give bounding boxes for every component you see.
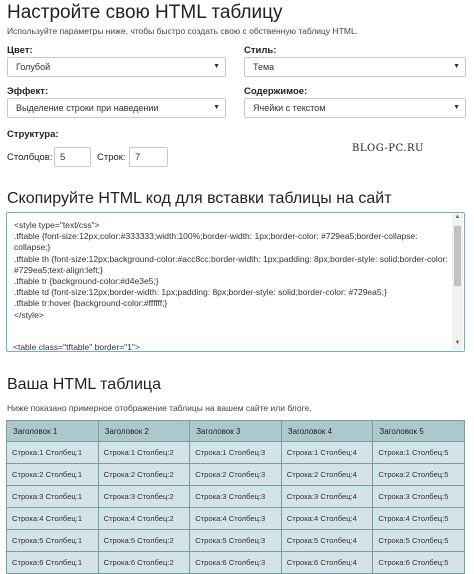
- table-cell: Строка:6 Столбец:5: [372, 551, 465, 574]
- table-cell: Строка:2 Столбец:5: [372, 463, 465, 486]
- style-select[interactable]: Тема ▼: [244, 57, 466, 77]
- chevron-down-icon: ▼: [453, 63, 460, 70]
- effect-select-value: Выделение строки при наведении: [16, 103, 159, 113]
- table-cell: Строка:1 Столбец:4: [280, 441, 374, 464]
- code-line: </style>: [14, 309, 44, 320]
- code-line: <style type="text/css">: [14, 220, 100, 230]
- chevron-down-icon: ▼: [213, 63, 220, 70]
- table-cell: Строка:6 Столбец:1: [6, 551, 99, 574]
- table-row[interactable]: Строка:4 Столбец:1 Строка:4 Столбец:2 Стро…: [6, 507, 465, 530]
- content-select-value: Ячейки с текстом: [253, 103, 326, 113]
- page-subtitle: Используйте параметры ниже, чтобы быстро…: [7, 26, 359, 36]
- content-label: Содержимое:: [244, 86, 308, 97]
- table-row[interactable]: Строка:6 Столбец:1 Строка:6 Столбец:2 Стро…: [6, 551, 465, 574]
- code-content: <style type="text/css"> .tftable {font-si…: [14, 220, 448, 321]
- table-cell: Строка:1 Столбец:2: [97, 441, 191, 464]
- scroll-down-icon[interactable]: ▼: [452, 340, 463, 350]
- table-cell: Строка:6 Столбец:3: [189, 551, 282, 574]
- chevron-down-icon: ▼: [453, 104, 460, 111]
- effect-label: Эффект:: [7, 86, 49, 97]
- style-select-value: Тема: [253, 62, 275, 72]
- table-cell: Строка:5 Столбец:5: [372, 529, 465, 552]
- scroll-thumb[interactable]: [454, 226, 461, 286]
- color-select-value: Голубой: [16, 62, 51, 72]
- chevron-down-icon: ▼: [213, 104, 220, 111]
- code-line: .tftable tr {background-color:#d4e3e5;}: [14, 276, 159, 287]
- table-cell: Строка:4 Столбец:4: [280, 507, 374, 530]
- table-cell: Строка:6 Столбец:4: [280, 551, 374, 574]
- table-cell: Строка:6 Столбец:2: [97, 551, 191, 574]
- table-cell: Строка:5 Столбец:2: [97, 529, 191, 552]
- table-cell: Строка:4 Столбец:1: [6, 507, 99, 530]
- code-line: .tftable th {font-size:12px;background-c…: [14, 253, 451, 275]
- preview-description: Ниже показано примерное отображение табл…: [7, 403, 312, 413]
- table-cell: Строка:3 Столбец:3: [189, 485, 282, 508]
- table-header-cell: Заголовок 4: [280, 420, 374, 442]
- color-select[interactable]: Голубой ▼: [7, 57, 226, 77]
- table-cell: Строка:2 Столбец:2: [97, 463, 191, 486]
- table-header-cell: Заголовок 5: [372, 420, 465, 442]
- table-cell: Строка:5 Столбец:4: [280, 529, 374, 552]
- code-scrollbar[interactable]: ▲ ▼: [452, 214, 463, 350]
- table-row[interactable]: Строка:2 Столбец:1 Строка:2 Столбец:2 Стро…: [6, 463, 465, 486]
- table-cell: Строка:3 Столбец:5: [372, 485, 465, 508]
- table-header-cell: Заголовок 2: [97, 420, 191, 442]
- columns-label: Столбцов:: [7, 152, 53, 163]
- table-cell: Строка:2 Столбец:4: [280, 463, 374, 486]
- style-label: Стиль:: [244, 45, 277, 56]
- code-section-title: Скопируйте HTML код для вставки таблицы …: [7, 190, 392, 207]
- table-cell: Строка:2 Столбец:1: [6, 463, 99, 486]
- rows-label: Строк:: [97, 152, 126, 163]
- table-cell: Строка:3 Столбец:2: [97, 485, 191, 508]
- table-cell: Строка:4 Столбец:3: [189, 507, 282, 530]
- table-cell: Строка:4 Столбец:2: [97, 507, 191, 530]
- table-row[interactable]: Строка:1 Столбец:1 Строка:1 Столбец:2 Стро…: [6, 441, 465, 464]
- code-textarea[interactable]: <style type="text/css"> .tftable {font-si…: [6, 212, 465, 352]
- table-row[interactable]: Строка:5 Столбец:1 Строка:5 Столбец:2 Стро…: [6, 529, 465, 552]
- structure-label: Структура:: [7, 129, 59, 140]
- preview-title: Ваша HTML таблица: [7, 376, 161, 393]
- color-label: Цвет:: [7, 45, 33, 56]
- effect-select[interactable]: Выделение строки при наведении ▼: [7, 98, 226, 118]
- table-header-row: Заголовок 1 Заголовок 2 Заголовок 3 Заголов…: [6, 420, 465, 442]
- table-cell: Строка:4 Столбец:5: [372, 507, 465, 530]
- code-line: .tftable tr:hover {background-color:#fff…: [14, 298, 168, 309]
- table-cell: Строка:5 Столбец:1: [6, 529, 99, 552]
- table-header-cell: Заголовок 3: [189, 420, 282, 442]
- preview-table: Заголовок 1 Заголовок 2 Заголовок 3 Заголов…: [6, 420, 465, 574]
- table-cell: Строка:5 Столбец:3: [189, 529, 282, 552]
- scroll-up-icon[interactable]: ▲: [452, 214, 463, 224]
- table-row[interactable]: Строка:3 Столбец:1 Строка:3 Столбец:2 Стро…: [6, 485, 465, 508]
- rows-input[interactable]: 7: [129, 147, 168, 167]
- table-cell: Строка:3 Столбец:4: [280, 485, 374, 508]
- page-title: Настройте свою HTML таблицу: [7, 2, 283, 23]
- watermark: BLOG-PC.RU: [352, 143, 424, 154]
- table-cell: Строка:1 Столбец:5: [372, 441, 465, 464]
- content-select[interactable]: Ячейки с текстом ▼: [244, 98, 466, 118]
- table-cell: Строка:3 Столбец:1: [6, 485, 99, 508]
- table-cell: Строка:1 Столбец:3: [189, 441, 282, 464]
- table-cell: Строка:1 Столбец:1: [6, 441, 99, 464]
- code-cut-line: <table class="tftable" border="1">: [13, 342, 140, 352]
- code-line: .tftable td {font-size:12px;border-width…: [14, 287, 387, 298]
- table-header-cell: Заголовок 1: [6, 420, 99, 442]
- table-cell: Строка:2 Столбец:3: [189, 463, 282, 486]
- code-line: .tftable {font-size:12px;color:#333333;w…: [14, 231, 420, 253]
- columns-input[interactable]: 5: [54, 147, 91, 167]
